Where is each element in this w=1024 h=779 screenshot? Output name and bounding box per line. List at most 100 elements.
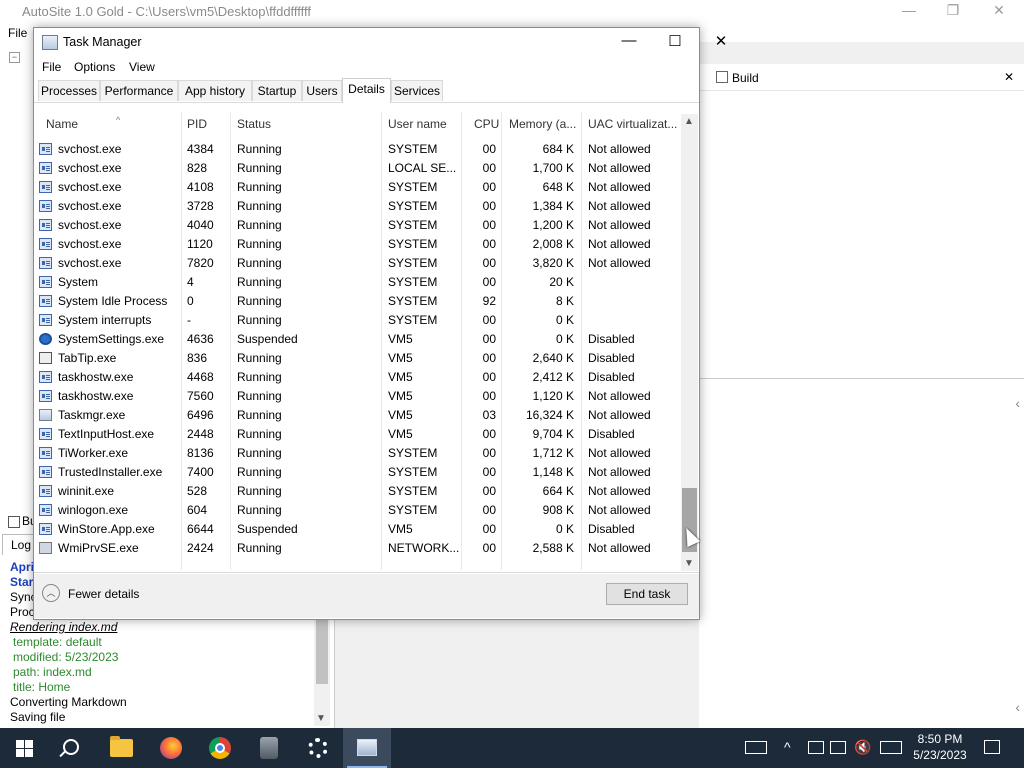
taskbar-file-explorer[interactable] — [98, 728, 146, 768]
taskbar-task-manager[interactable] — [343, 728, 391, 768]
taskbar-chrome[interactable] — [196, 728, 244, 768]
process-row[interactable]: WinStore.App.exe 6644 Suspended VM5 00 0 K Dis… — [34, 520, 679, 539]
column-header-status[interactable]: Status — [237, 117, 271, 131]
process-name: System interrupts — [58, 313, 152, 327]
process-user: VM5 — [388, 332, 413, 346]
autosite-file-tree[interactable]: − — [0, 42, 35, 502]
process-row[interactable]: svchost.exe 4384 Running SYSTEM 00 684 K Not a… — [34, 140, 679, 159]
service-icon — [39, 219, 52, 231]
file-explorer-icon — [110, 736, 133, 757]
volume-muted-icon[interactable]: 🔇 — [854, 739, 871, 779]
process-row[interactable]: Taskmgr.exe 6496 Running VM5 03 16,324 K Not a… — [34, 406, 679, 425]
tab-users[interactable]: Users — [302, 80, 342, 101]
process-pid: 4636 — [187, 332, 214, 346]
start-button[interactable] — [0, 728, 48, 768]
log-line: Converting Markdown — [10, 695, 127, 709]
log-tab[interactable]: Log — [2, 534, 36, 555]
chevron-left-icon[interactable]: ‹ — [1015, 395, 1020, 411]
column-header-name[interactable]: Name ^ — [46, 115, 120, 131]
process-row[interactable]: TrustedInstaller.exe 7400 Running SYSTEM 00 1… — [34, 463, 679, 482]
process-memory: 2,412 K — [532, 370, 574, 384]
process-status: Running — [237, 180, 282, 194]
autosite-build-panel — [698, 64, 1024, 378]
taskbar-jar-app[interactable] — [245, 728, 293, 768]
process-uac: Not allowed — [588, 484, 651, 498]
process-pid: 4384 — [187, 142, 214, 156]
process-uac: Disabled — [588, 351, 635, 365]
process-row[interactable]: svchost.exe 7820 Running SYSTEM 00 3,820 K Not… — [34, 254, 679, 273]
network-icon[interactable] — [808, 741, 824, 754]
process-row[interactable]: svchost.exe 3728 Running SYSTEM 00 1,384 K Not… — [34, 197, 679, 216]
chevron-up-icon[interactable]: ^ — [784, 739, 791, 779]
process-row[interactable]: System interrupts - Running SYSTEM 00 0 K — [34, 311, 679, 330]
tab-performance[interactable]: Performance — [100, 80, 178, 101]
process-row[interactable]: wininit.exe 528 Running SYSTEM 00 664 K Not al… — [34, 482, 679, 501]
log-scrollbar[interactable]: ▼ — [314, 620, 330, 726]
autosite-close-button[interactable]: ✕ — [984, 2, 1014, 19]
build-icon — [8, 516, 20, 528]
tm-maximize-button[interactable]: ☐ — [652, 32, 698, 50]
process-row[interactable]: TextInputHost.exe 2448 Running VM5 00 9,704 K… — [34, 425, 679, 444]
autosite-minimize-button[interactable]: — — [894, 2, 924, 18]
process-row[interactable]: TabTip.exe 836 Running VM5 00 2,640 K Disabled — [34, 349, 679, 368]
column-header-cpu[interactable]: CPU — [474, 117, 499, 131]
taskbar-firefox[interactable] — [147, 728, 195, 768]
log-line: Saving file — [10, 710, 66, 724]
taskbar-settings[interactable] — [294, 728, 342, 768]
scroll-down-icon[interactable]: ▼ — [316, 713, 326, 724]
tab-processes[interactable]: Processes — [38, 80, 100, 101]
process-list-scrollbar[interactable]: ▲ ▼ — [681, 114, 698, 571]
tm-menu-file[interactable]: File — [42, 60, 61, 74]
process-user: VM5 — [388, 351, 413, 365]
process-row[interactable]: svchost.exe 1120 Running SYSTEM 00 2,008 K Not… — [34, 235, 679, 254]
process-row[interactable]: svchost.exe 4108 Running SYSTEM 00 648 K Not a… — [34, 178, 679, 197]
process-memory: 1,384 K — [532, 199, 574, 213]
tm-close-button[interactable]: ✕ — [698, 32, 744, 50]
tab-app-history[interactable]: App history — [178, 80, 252, 101]
log-scroll-thumb[interactable] — [316, 620, 328, 684]
scroll-up-icon[interactable]: ▲ — [684, 116, 694, 127]
autosite-menu-file[interactable]: File — [8, 26, 27, 40]
taskbar-search-button[interactable] — [48, 728, 96, 768]
column-header-uac-virtualization[interactable]: UAC virtualizat... — [588, 117, 677, 131]
tab-startup[interactable]: Startup — [252, 80, 302, 101]
process-row[interactable]: winlogon.exe 604 Running SYSTEM 00 908 K Not a… — [34, 501, 679, 520]
process-row[interactable]: System 4 Running SYSTEM 00 20 K — [34, 273, 679, 292]
notifications-icon[interactable] — [984, 740, 1000, 754]
process-row[interactable]: System Idle Process 0 Running SYSTEM 92 8 K — [34, 292, 679, 311]
tab-services[interactable]: Services — [391, 80, 443, 101]
task-manager-title-bar[interactable]: Task Manager — ☐ ✕ — [34, 28, 727, 58]
process-row[interactable]: TiWorker.exe 8136 Running SYSTEM 00 1,712 K No… — [34, 444, 679, 463]
chevron-left-icon[interactable]: ‹ — [1015, 699, 1020, 715]
process-name: svchost.exe — [58, 142, 122, 156]
process-row[interactable]: WmiPrvSE.exe 2424 Running NETWORK... 00 2,588… — [34, 539, 679, 558]
column-header-pid[interactable]: PID — [187, 117, 207, 131]
process-status: Running — [237, 408, 282, 422]
tab-details[interactable]: Details — [342, 78, 391, 103]
language-input-icon[interactable] — [745, 741, 767, 754]
autosite-restore-button[interactable]: ❐ — [938, 2, 968, 19]
service-icon — [39, 200, 52, 212]
tree-expander[interactable]: − — [9, 52, 20, 63]
tm-menu-options[interactable]: Options — [74, 60, 115, 74]
column-header-user-name[interactable]: User name — [388, 117, 447, 131]
build-tab[interactable]: Build ✕ — [698, 66, 1024, 91]
log-tab-label: Log — [11, 538, 32, 552]
keyboard-icon[interactable] — [880, 741, 902, 754]
process-row[interactable]: svchost.exe 828 Running LOCAL SE... 00 1,700 … — [34, 159, 679, 178]
process-row[interactable]: taskhostw.exe 4468 Running VM5 00 2,412 K Disa… — [34, 368, 679, 387]
scroll-down-icon[interactable]: ▼ — [684, 558, 694, 569]
device-icon[interactable] — [830, 741, 846, 754]
process-status: Running — [237, 351, 282, 365]
end-task-button[interactable]: End task — [606, 583, 688, 605]
process-user: SYSTEM — [388, 237, 438, 251]
process-row[interactable]: svchost.exe 4040 Running SYSTEM 00 1,200 K Not… — [34, 216, 679, 235]
tm-minimize-button[interactable]: — — [606, 32, 652, 49]
process-row[interactable]: SystemSettings.exe 4636 Suspended VM5 00 0 K D… — [34, 330, 679, 349]
build-close-button[interactable]: ✕ — [1004, 70, 1014, 84]
process-user: LOCAL SE... — [388, 161, 457, 175]
tm-menu-view[interactable]: View — [129, 60, 155, 74]
process-row[interactable]: taskhostw.exe 7560 Running VM5 00 1,120 K Not … — [34, 387, 679, 406]
taskbar-clock[interactable]: 8:50 PM 5/23/2023 — [905, 731, 975, 763]
column-header-memory[interactable]: Memory (a... — [509, 117, 576, 131]
